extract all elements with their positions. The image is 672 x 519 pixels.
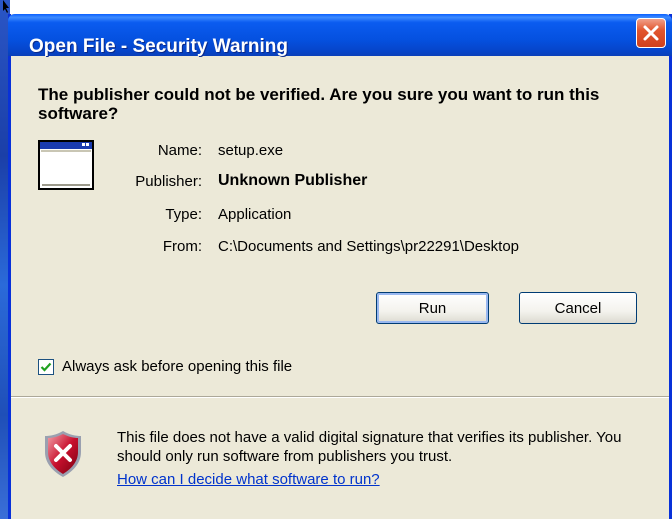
cursor-icon xyxy=(3,0,9,13)
name-label: Name: xyxy=(157,142,202,159)
shield-error-icon xyxy=(45,431,81,477)
verification-question: The publisher could not be verified. Are… xyxy=(38,85,600,123)
close-button[interactable] xyxy=(636,18,666,48)
checkmark-icon xyxy=(40,362,52,372)
title-bar[interactable]: Open File - Security Warning xyxy=(8,14,672,57)
always-ask-label[interactable]: Always ask before opening this file xyxy=(62,358,292,375)
from-label: From: xyxy=(162,238,202,255)
help-link[interactable]: How can I decide what software to run? xyxy=(117,471,380,488)
screen-top-strip xyxy=(0,0,672,14)
from-value: C:\Documents and Settings\pr22291\Deskto… xyxy=(218,238,520,255)
type-value: Application xyxy=(218,206,292,223)
type-label: Type: xyxy=(165,206,202,223)
window-title: Open File - Security Warning xyxy=(29,36,288,57)
run-button[interactable]: Run xyxy=(376,292,489,324)
always-ask-row: Always ask before opening this file xyxy=(38,358,292,375)
cancel-button[interactable]: Cancel xyxy=(519,292,637,324)
divider xyxy=(11,396,669,398)
close-icon xyxy=(643,25,659,41)
signature-warning-text: This file does not have a valid digital … xyxy=(117,429,622,465)
publisher-label: Publisher: xyxy=(135,173,202,190)
publisher-value: Unknown Publisher xyxy=(218,172,368,189)
name-value: setup.exe xyxy=(218,142,284,159)
always-ask-checkbox[interactable] xyxy=(38,358,54,375)
